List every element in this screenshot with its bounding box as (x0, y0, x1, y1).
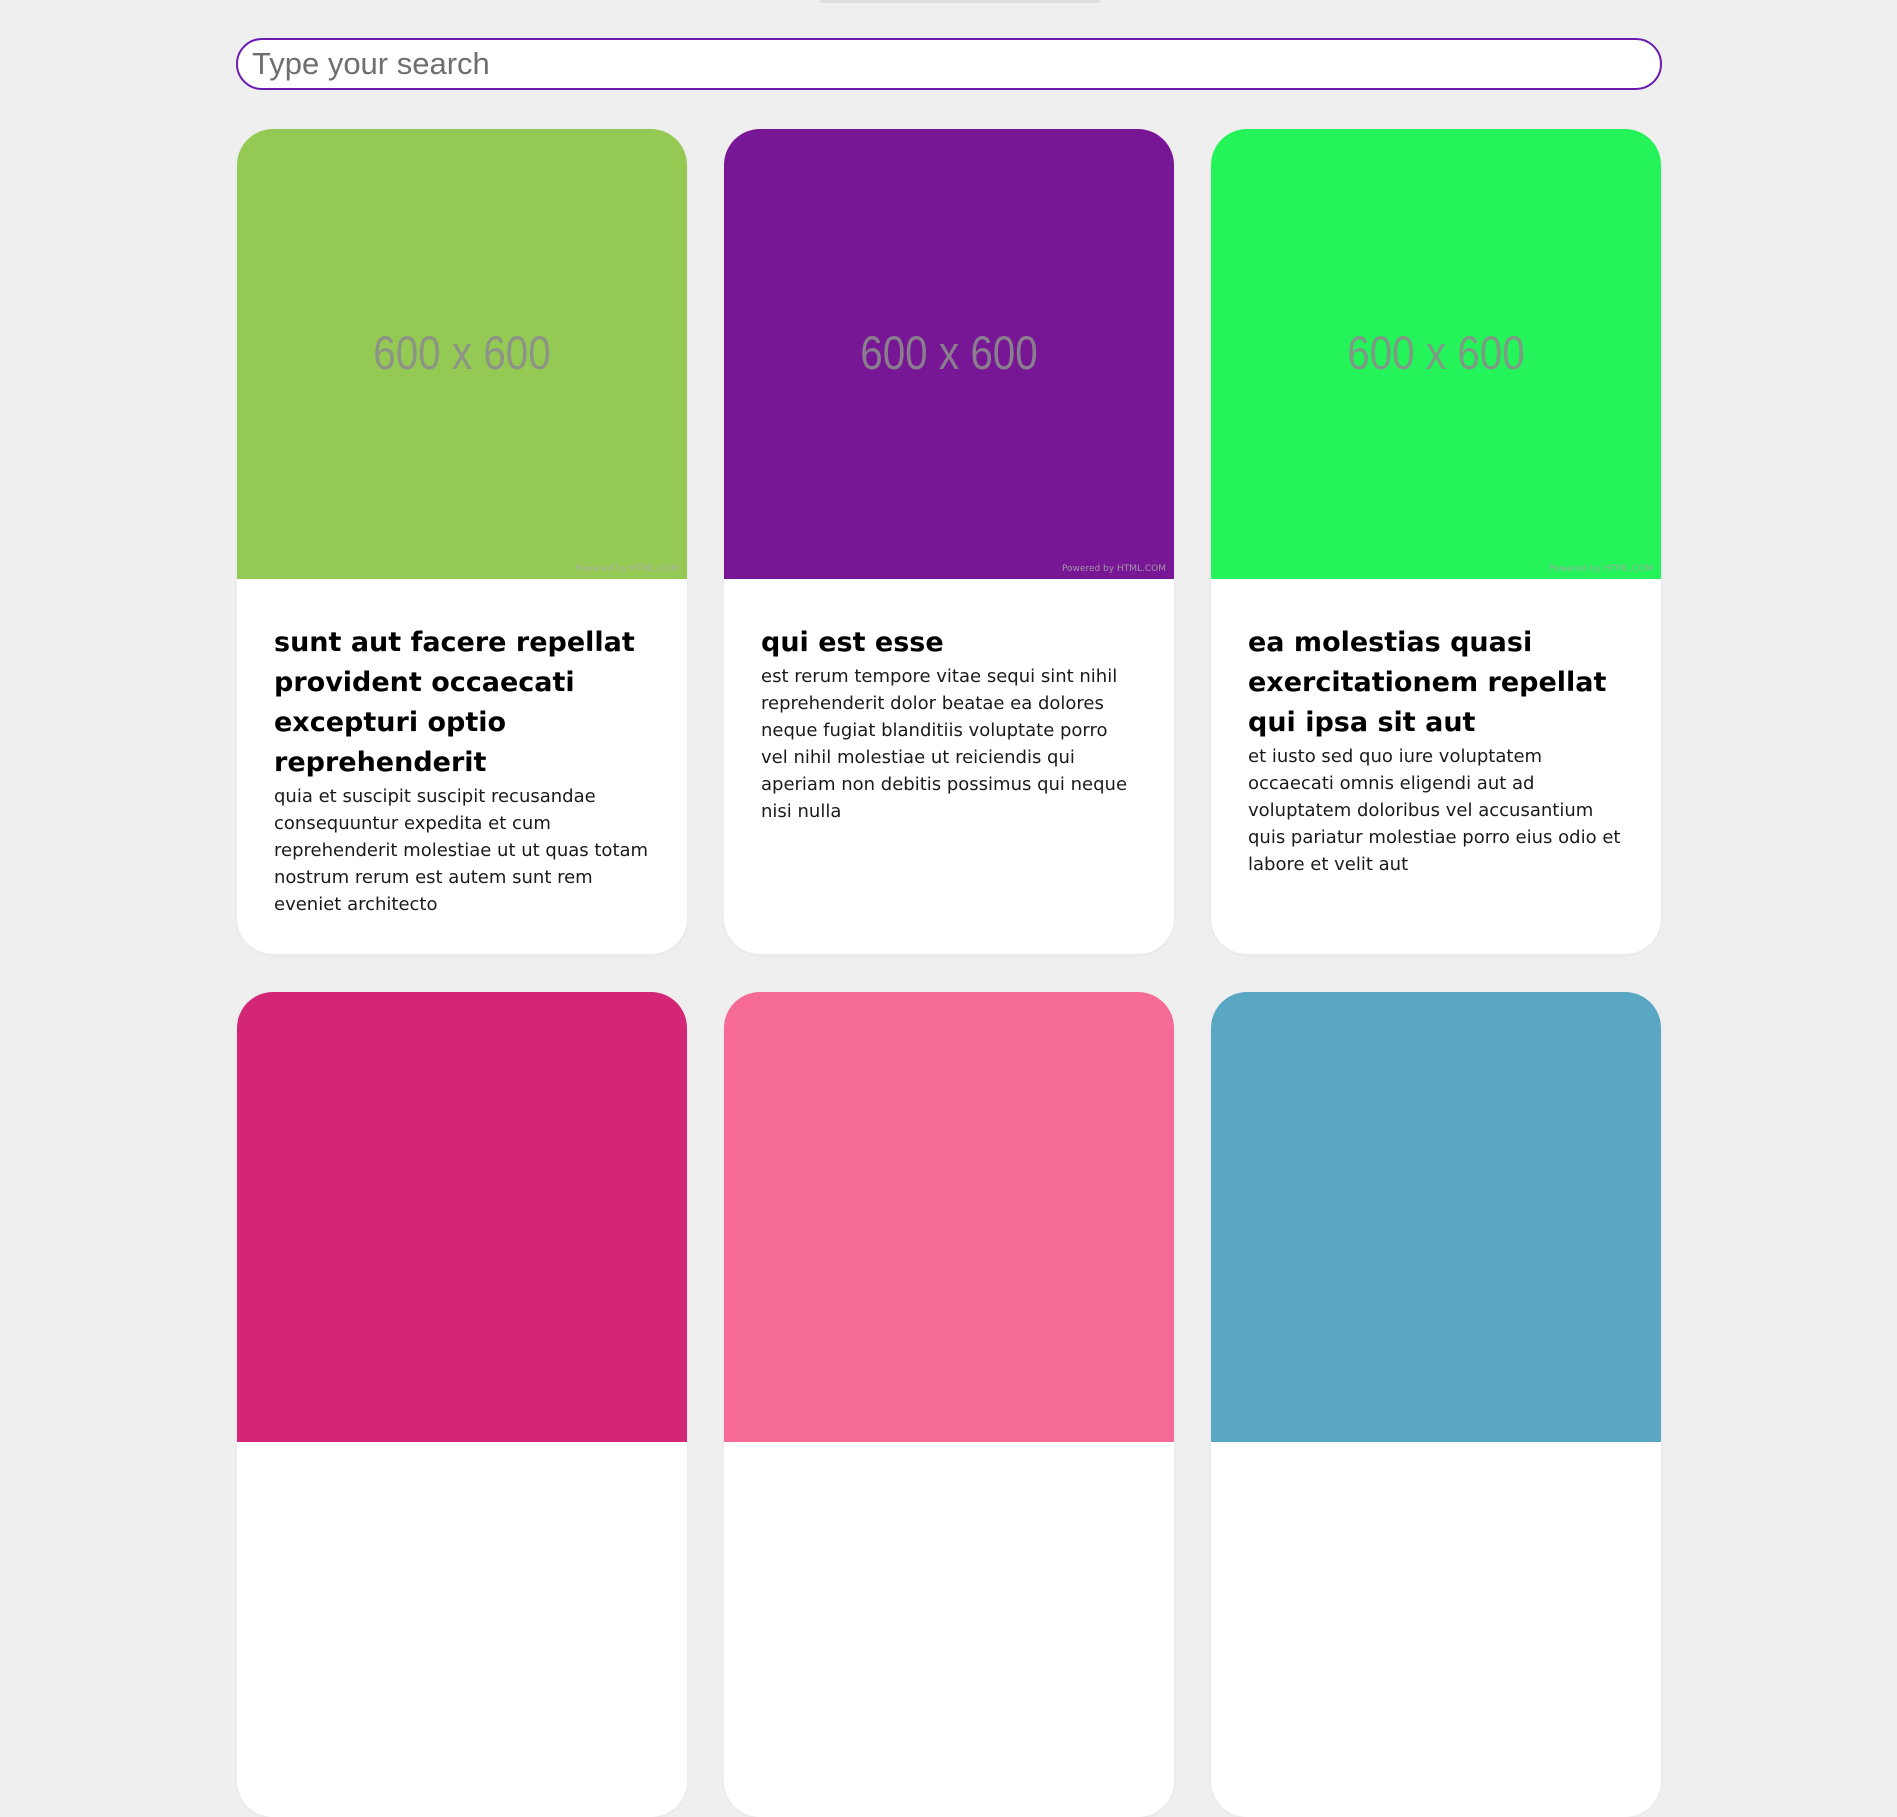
post-card[interactable]: 600 x 600 Powered by HTML.COM sunt aut f… (237, 129, 687, 954)
card-image: 600 x 600 Powered by HTML.COM (1211, 129, 1661, 579)
card-body: ea molestias quasi exercitationem repell… (1211, 579, 1661, 878)
card-text: est rerum tempore vitae sequi sint nihil… (761, 666, 1128, 822)
post-card[interactable] (1211, 992, 1661, 1817)
card-title: qui est esse (761, 627, 944, 658)
card-title: ea molestias quasi exercitationem repell… (1248, 627, 1607, 738)
card-image (724, 992, 1174, 1442)
card-title: sunt aut facere repellat provident occae… (274, 627, 635, 778)
search-input[interactable] (236, 38, 1662, 90)
card-body: qui est esse est rerum tempore vitae seq… (724, 579, 1174, 825)
search-bar (236, 38, 1662, 90)
image-placeholder-label: 600 x 600 (860, 326, 1038, 379)
scroll-hint (820, 0, 1100, 3)
image-credit: Powered by HTML.COM (574, 564, 679, 574)
post-card[interactable] (724, 992, 1174, 1817)
image-placeholder-label: 600 x 600 (373, 326, 551, 379)
image-placeholder-label: 600 x 600 (1347, 326, 1525, 379)
card-body: sunt aut facere repellat provident occae… (237, 579, 687, 918)
image-credit: Powered by HTML.COM (1061, 564, 1166, 574)
card-grid: 600 x 600 Powered by HTML.COM sunt aut f… (237, 129, 1662, 1817)
card-image: 600 x 600 Powered by HTML.COM (237, 129, 687, 579)
card-image: 600 x 600 Powered by HTML.COM (724, 129, 1174, 579)
card-image (237, 992, 687, 1442)
card-text: quia et suscipit suscipit recusandae con… (274, 786, 649, 915)
image-credit: Powered by HTML.COM (1548, 564, 1653, 574)
post-card[interactable] (237, 992, 687, 1817)
card-image (1211, 992, 1661, 1442)
card-text: et iusto sed quo iure voluptatem occaeca… (1248, 746, 1621, 875)
post-card[interactable]: 600 x 600 Powered by HTML.COM qui est es… (724, 129, 1174, 954)
post-card[interactable]: 600 x 600 Powered by HTML.COM ea molesti… (1211, 129, 1661, 954)
